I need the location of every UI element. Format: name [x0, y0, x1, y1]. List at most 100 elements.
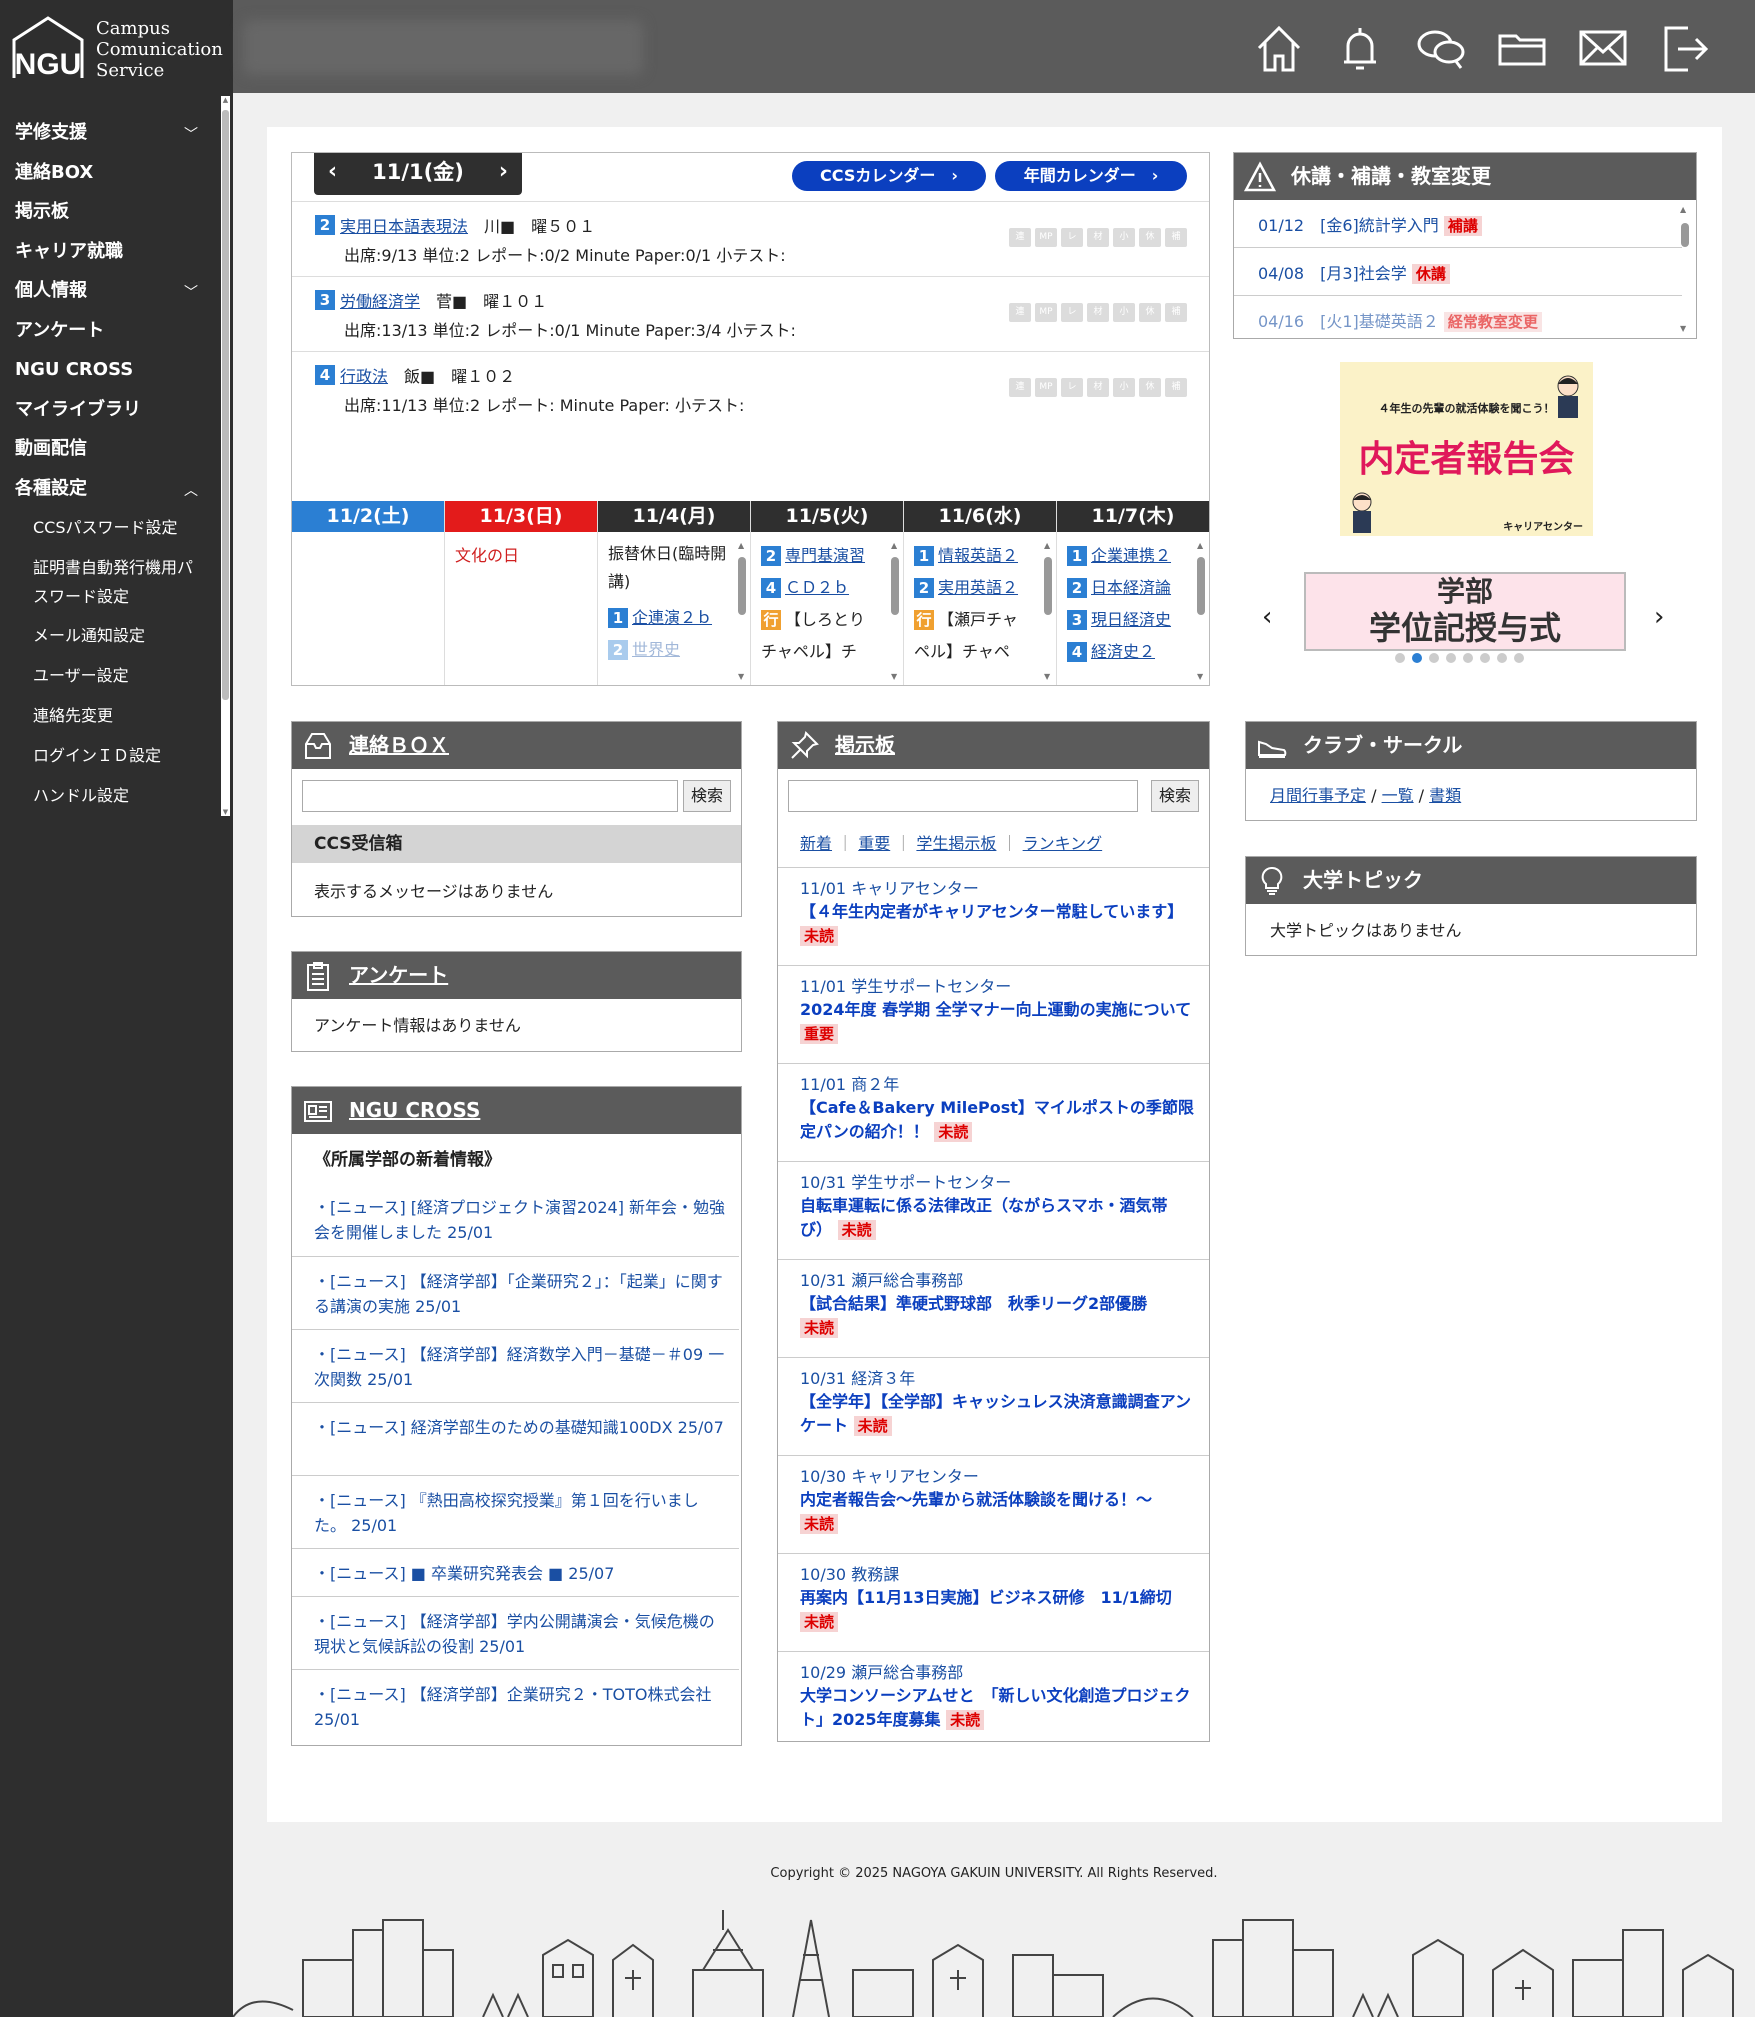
filter-student-board[interactable]: 学生掲示板	[916, 834, 996, 853]
news-item[interactable]: ・[ニュース] ■ 卒業研究発表会 ■ 25/07	[292, 1548, 739, 1596]
renraku-search-button[interactable]: 検索	[683, 780, 731, 812]
carousel-dot[interactable]	[1514, 653, 1524, 663]
news-item[interactable]: ・[ニュース] 【経済学部】企業研究２・TOTO株式会社 25/01	[292, 1669, 739, 1742]
day-course[interactable]: 4 ＣＤ２ｂ	[761, 572, 903, 604]
day-scrollbar[interactable]: ▲ ▼	[738, 541, 746, 681]
course-link[interactable]: 行政法	[340, 367, 388, 386]
carousel-dot[interactable]	[1497, 653, 1507, 663]
news-item[interactable]: ・[ニュース] 【経済学部】「企業研究２」：「起業」に関する講演の実施 25/0…	[292, 1256, 739, 1329]
career-report-banner[interactable]: ４年生の先輩の就活体験を聞こう！ 内定者報告会 キャリアセンター	[1340, 362, 1593, 536]
folder-icon[interactable]	[1494, 20, 1550, 76]
day-course[interactable]: 1 企連演２ｂ	[608, 602, 728, 634]
club-docs-link[interactable]: 書類	[1429, 786, 1461, 805]
day-event[interactable]: 行【瀬戸チャ	[914, 604, 1056, 636]
day-header[interactable]: 11/7(木)	[1057, 501, 1209, 532]
nav-item-library[interactable]: マイライブラリ	[0, 395, 220, 435]
nav-item-personal[interactable]: 個人情報 ﹀	[0, 276, 220, 316]
carousel-prev-icon[interactable]: ‹	[1262, 602, 1272, 632]
panel-title-link[interactable]: NGU CROSS	[349, 1087, 480, 1134]
nav-item-renraku[interactable]: 連絡BOX	[0, 158, 220, 198]
filter-important[interactable]: 重要	[858, 834, 890, 853]
news-item[interactable]: ・[ニュース] 【経済学部】経済数学入門－基礎－＃09 一次関数 25/01	[292, 1329, 739, 1402]
day-header[interactable]: 11/5(火)	[751, 501, 903, 532]
bulletin-item[interactable]: 10/31 経済３年 【全学年】【全学部】キャッシュレス決済意識調査アンケート 未…	[778, 1357, 1209, 1455]
sub-item-login-id[interactable]: ログインＩＤ設定	[0, 741, 220, 781]
sub-item-mail-notify[interactable]: メール通知設定	[0, 621, 220, 661]
prev-day-icon[interactable]: ‹	[328, 153, 337, 191]
chat-icon[interactable]	[1413, 20, 1469, 76]
inbox-heading[interactable]: CCS受信箱	[292, 825, 741, 863]
bulletin-search-input[interactable]	[788, 780, 1138, 812]
day-course[interactable]: 2 世界史	[608, 634, 728, 666]
bulletin-search-button[interactable]: 検索	[1151, 780, 1199, 812]
bulletin-item[interactable]: 10/30 教務課 再案内【11月13日実施】ビジネス研修 11/1締切 未読	[778, 1553, 1209, 1651]
news-item[interactable]: ・[ニュース] 【経済学部】学内公開講演会・気候危機の現状と気候訴訟の役割 25…	[292, 1596, 739, 1669]
nav-item-settings[interactable]: 各種設定 ︿	[0, 474, 220, 514]
carousel-dot[interactable]	[1480, 653, 1490, 663]
carousel-dot[interactable]	[1463, 653, 1473, 663]
mail-icon[interactable]	[1575, 20, 1631, 76]
scroll-down-icon[interactable]: ▼	[221, 808, 230, 816]
filter-new[interactable]: 新着	[800, 834, 832, 853]
cancellation-scrollbar[interactable]: ▲ ▼	[1680, 205, 1690, 333]
bulletin-item[interactable]: 11/01 学生サポートセンター 2024年度 春学期 全学マナー向上運動の実施に…	[778, 965, 1209, 1063]
course-link[interactable]: 実用日本語表現法	[340, 217, 468, 236]
bulletin-item[interactable]: 10/29 瀬戸総合事務部 大学コンソーシアムせと 「新しい文化創造プロジェクト」…	[778, 1651, 1209, 1741]
carousel-dot-active[interactable]	[1412, 653, 1422, 663]
carousel-next-icon[interactable]: ›	[1654, 602, 1664, 632]
news-item[interactable]: ・[ニュース] 『熱田高校探究授業』第１回を行いました。 25/01	[292, 1475, 739, 1548]
news-item[interactable]: ・[ニュース] 経済学部生のための基礎知識100DX 25/07	[292, 1402, 739, 1475]
carousel-dot[interactable]	[1429, 653, 1439, 663]
year-calendar-button[interactable]: 年間カレンダー ›	[995, 161, 1187, 191]
sub-item-user-settings[interactable]: ユーザー設定	[0, 661, 220, 701]
logout-icon[interactable]	[1656, 20, 1712, 76]
bulletin-item[interactable]: 11/01 キャリアセンター 【４年生内定者がキャリアセンター常駐しています】 未読	[778, 867, 1209, 965]
sub-item-cert-password[interactable]: 証明書自動発行機用パスワード設定	[0, 553, 220, 621]
panel-title-link[interactable]: 掲示板	[835, 722, 895, 769]
day-course[interactable]: 2 日本経済論	[1067, 572, 1209, 604]
bell-icon[interactable]	[1332, 20, 1388, 76]
day-scrollbar[interactable]: ▲ ▼	[1044, 541, 1052, 681]
panel-title-link[interactable]: 連絡ＢＯＸ	[349, 722, 449, 769]
filter-ranking[interactable]: ランキング	[1023, 834, 1103, 853]
bulletin-item[interactable]: 10/31 学生サポートセンター 自転車運転に係る法律改正（ながらスマホ・酒気帯び…	[778, 1161, 1209, 1259]
home-icon[interactable]	[1251, 20, 1307, 76]
news-item[interactable]: ・[ニュース] [経済プロジェクト演習2024] 新年会・勉強会を開催しました …	[292, 1183, 739, 1256]
bulletin-item[interactable]: 10/30 キャリアセンター 内定者報告会～先輩から就活体験談を聞ける！～ 未読	[778, 1455, 1209, 1553]
panel-title-link[interactable]: アンケート	[349, 952, 448, 999]
scroll-up-icon[interactable]: ▲	[221, 96, 230, 104]
day-course[interactable]: 4 経済史２	[1067, 636, 1209, 668]
nav-item-study[interactable]: 学修支援 ﹀	[0, 118, 220, 158]
cancellation-item[interactable]: 04/16 [火1]基礎英語２ 経常教室変更	[1234, 296, 1682, 338]
nav-item-ngu-cross[interactable]: NGU CROSS	[0, 355, 220, 395]
nav-item-career[interactable]: キャリア就職	[0, 237, 220, 277]
day-header[interactable]: 11/2(土)	[292, 501, 444, 532]
day-course[interactable]: 1 企業連携２	[1067, 540, 1209, 572]
bulletin-item[interactable]: 10/31 瀬戸総合事務部 【試合結果】準硬式野球部 秋季リーグ2部優勝 未読	[778, 1259, 1209, 1357]
ngu-logo[interactable]: NGU Campus Comunication Service	[12, 14, 223, 84]
day-header[interactable]: 11/6(水)	[904, 501, 1056, 532]
day-scrollbar[interactable]: ▲ ▼	[1197, 541, 1205, 681]
sidebar-scrollbar[interactable]: ▲ ▼	[221, 96, 230, 816]
day-event[interactable]: 行【しろとり	[761, 604, 903, 636]
cancellation-item[interactable]: 01/12 [金6]統計学入門 補講	[1234, 200, 1682, 248]
carousel-dot[interactable]	[1395, 653, 1405, 663]
day-scrollbar[interactable]: ▲ ▼	[891, 541, 899, 681]
scroll-thumb[interactable]	[222, 110, 229, 700]
bulletin-item[interactable]: 11/01 商２年 【Cafe＆Bakery MilePost】マイルポストの季節…	[778, 1063, 1209, 1161]
renraku-search-input[interactable]	[302, 780, 678, 812]
nav-item-bulletin[interactable]: 掲示板	[0, 197, 220, 237]
carousel-dot[interactable]	[1446, 653, 1456, 663]
nav-item-video[interactable]: 動画配信	[0, 434, 220, 474]
day-course[interactable]: 1 情報英語２	[914, 540, 1056, 572]
day-header[interactable]: 11/3(日)	[445, 501, 597, 532]
day-header[interactable]: 11/4(月)	[598, 501, 750, 532]
nav-item-survey[interactable]: アンケート	[0, 316, 220, 356]
cancellation-item[interactable]: 04/08 [月3]社会学 休講	[1234, 248, 1682, 296]
day-course[interactable]: 2 実用英語２	[914, 572, 1056, 604]
club-list-link[interactable]: 一覧	[1382, 786, 1414, 805]
sub-item-ccs-password[interactable]: CCSパスワード設定	[0, 513, 220, 553]
day-course[interactable]: 3 現日経済史	[1067, 604, 1209, 636]
sub-item-contact-change[interactable]: 連絡先変更	[0, 701, 220, 741]
sub-item-handle[interactable]: ハンドル設定	[0, 781, 220, 821]
